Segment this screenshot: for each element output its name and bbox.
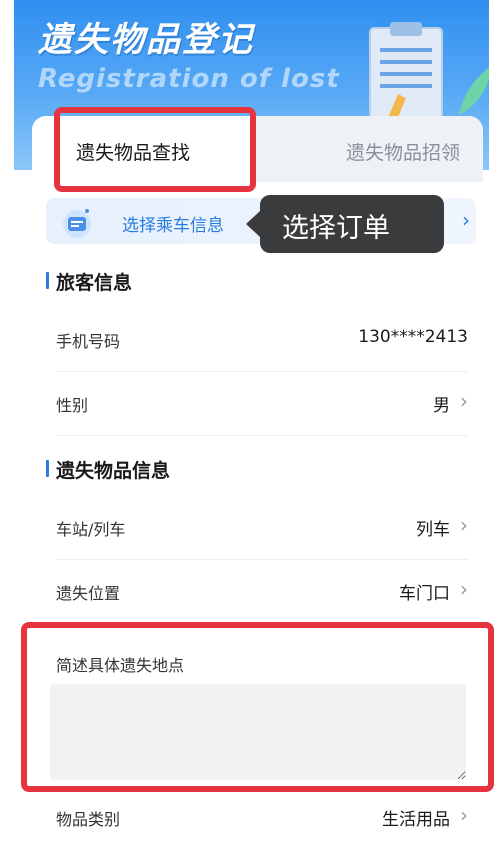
ticket-icon <box>63 209 91 238</box>
chevron-right-icon: › <box>460 389 468 413</box>
gender-row[interactable]: 性别 男 › <box>56 372 468 436</box>
category-label: 物品类别 <box>56 810 121 829</box>
select-order-tooltip: 选择订单 <box>246 195 444 253</box>
station-train-value: 列车 <box>416 520 450 540</box>
app-screen: 遗失物品登记 Registration of lost 遗失物品查找 遗失物品招… <box>0 0 501 843</box>
category-row[interactable]: 物品类别 生活用品 › <box>56 786 468 843</box>
page-title: 遗失物品登记 <box>38 20 254 60</box>
gender-value: 男 <box>433 396 450 416</box>
highlight-description-box <box>21 622 494 792</box>
lost-location-value: 车门口 <box>399 584 450 604</box>
phone-value: 130****2413 <box>358 327 468 347</box>
tab-label: 遗失物品招领 <box>346 142 461 164</box>
lost-location-label: 遗失位置 <box>56 584 121 603</box>
highlight-tab-box <box>54 107 256 192</box>
station-train-label: 车站/列车 <box>56 520 126 539</box>
phone-row: 手机号码 130****2413 <box>56 308 468 372</box>
category-value: 生活用品 <box>382 810 450 830</box>
gender-label: 性别 <box>56 396 89 415</box>
select-trip-label: 选择乘车信息 <box>122 216 224 236</box>
phone-label: 手机号码 <box>56 332 121 351</box>
tooltip-text: 选择订单 <box>282 213 390 244</box>
clipboard-icon <box>369 22 443 122</box>
leaf-icon <box>459 67 489 115</box>
passenger-section-title: 旅客信息 <box>46 268 132 295</box>
page-subtitle: Registration of lost <box>38 64 340 94</box>
chevron-right-icon: › <box>460 513 468 537</box>
lost-location-row[interactable]: 遗失位置 车门口 › <box>56 560 468 624</box>
chevron-right-icon: › <box>460 803 468 827</box>
lost-item-section-title: 遗失物品信息 <box>46 456 170 483</box>
tab-lost-item-claim[interactable]: 遗失物品招领 <box>250 116 483 182</box>
chevron-right-icon: › <box>462 208 470 232</box>
station-train-row[interactable]: 车站/列车 列车 › <box>56 496 468 560</box>
chevron-right-icon: › <box>460 577 468 601</box>
